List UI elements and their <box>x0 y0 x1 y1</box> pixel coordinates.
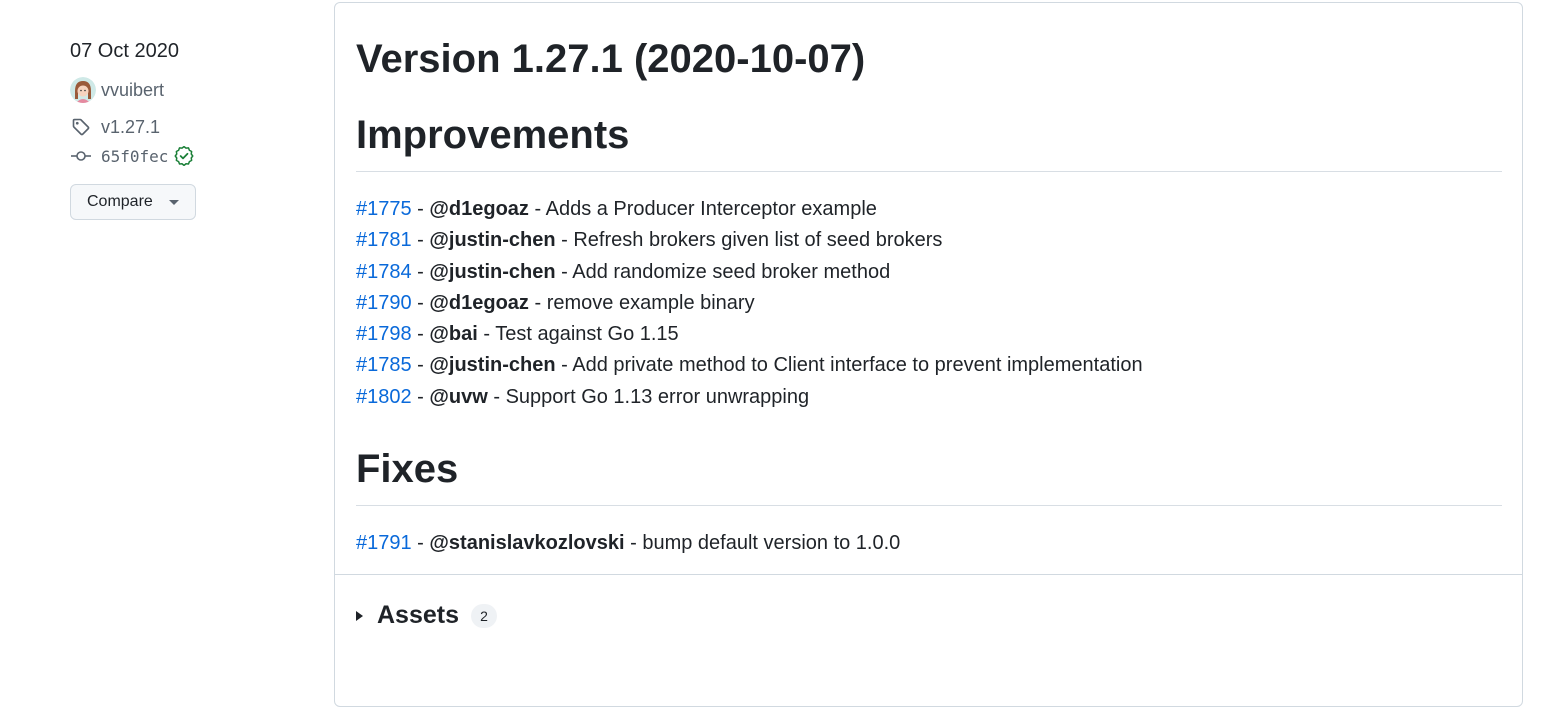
improvements-heading: Improvements <box>356 109 1502 172</box>
user-mention[interactable]: @stanislavkozlovski <box>429 532 624 554</box>
list-item: #1798 - @bai - Test against Go 1.15 <box>356 319 1502 350</box>
list-item: #1781 - @justin-chen - Refresh brokers g… <box>356 225 1502 256</box>
fixes-heading: Fixes <box>356 443 1502 507</box>
separator: - <box>411 291 430 314</box>
release-sidebar: 07 Oct 2020 vvuibert v1.27.1 65f0fec Com… <box>70 38 300 220</box>
user-mention[interactable]: @uvw <box>429 386 487 408</box>
verified-check-icon[interactable] <box>173 145 195 167</box>
pr-link[interactable]: #1775 <box>356 198 412 220</box>
release-title[interactable]: Version 1.27.1 (2020-10-07) <box>356 33 1502 85</box>
avatar[interactable] <box>70 77 96 103</box>
separator: - <box>555 354 573 377</box>
separator: - <box>528 291 547 314</box>
disclosure-triangle-icon <box>356 610 363 621</box>
list-item: #1790 - @d1egoaz - remove example binary <box>356 288 1502 319</box>
git-commit-icon <box>70 145 92 167</box>
user-mention[interactable]: @d1egoaz <box>429 198 529 220</box>
separator: - <box>624 532 643 555</box>
entry-description: Test against Go 1.15 <box>495 323 679 346</box>
author-name[interactable]: vvuibert <box>101 80 164 101</box>
user-mention[interactable]: @justin-chen <box>429 229 555 251</box>
pr-link[interactable]: #1791 <box>356 532 412 554</box>
separator: - <box>411 229 430 252</box>
separator: - <box>477 323 496 346</box>
separator: - <box>411 198 430 220</box>
list-item: #1785 - @justin-chen - Add private metho… <box>356 350 1502 381</box>
list-item: #1784 - @justin-chen - Add randomize see… <box>356 257 1502 288</box>
assets-section: Assets 2 <box>335 574 1522 675</box>
tag-icon <box>70 116 92 138</box>
release-date: 07 Oct 2020 <box>70 40 179 62</box>
assets-count-badge: 2 <box>471 603 497 628</box>
entry-description: bump default version to 1.0.0 <box>642 532 901 555</box>
separator: - <box>411 323 430 346</box>
separator: - <box>487 385 506 408</box>
release-card: Version 1.27.1 (2020-10-07) Improvements… <box>334 2 1523 707</box>
entry-description: Support Go 1.13 error unwrapping <box>505 385 810 408</box>
separator: - <box>411 532 430 555</box>
release-author[interactable]: vvuibert <box>70 76 300 104</box>
assets-label: Assets <box>377 601 459 629</box>
release-notes: Version 1.27.1 (2020-10-07) Improvements… <box>335 3 1522 574</box>
user-mention[interactable]: @d1egoaz <box>429 292 529 314</box>
user-mention[interactable]: @justin-chen <box>429 354 555 376</box>
improvements-list: #1775 - @d1egoaz - Adds a Producer Inter… <box>356 194 1502 413</box>
assets-toggle[interactable]: Assets 2 <box>356 601 497 630</box>
pr-link[interactable]: #1784 <box>356 261 412 283</box>
entry-description: remove example binary <box>546 291 755 314</box>
entry-description: Refresh brokers given list of seed broke… <box>573 229 943 252</box>
pr-link[interactable]: #1781 <box>356 229 412 251</box>
tag-label[interactable]: v1.27.1 <box>101 117 160 138</box>
user-mention[interactable]: @justin-chen <box>429 261 555 283</box>
entry-description: Add private method to Client interface t… <box>572 354 1143 377</box>
fixes-list: #1791 - @stanislavkozlovski - bump defau… <box>356 528 1502 559</box>
list-item: #1775 - @d1egoaz - Adds a Producer Inter… <box>356 194 1502 225</box>
release-tag[interactable]: v1.27.1 <box>70 114 300 140</box>
pr-link[interactable]: #1802 <box>356 386 412 408</box>
pr-link[interactable]: #1790 <box>356 292 412 314</box>
release-page: 07 Oct 2020 vvuibert v1.27.1 65f0fec Com… <box>0 0 1561 725</box>
pr-link[interactable]: #1798 <box>356 323 412 345</box>
commit-sha[interactable]: 65f0fec <box>101 147 168 166</box>
triangle-down-icon <box>168 199 179 205</box>
list-item: #1802 - @uvw - Support Go 1.13 error unw… <box>356 382 1502 413</box>
release-commit[interactable]: 65f0fec <box>70 143 300 169</box>
compare-button[interactable]: Compare <box>70 184 196 220</box>
list-item: #1791 - @stanislavkozlovski - bump defau… <box>356 528 1502 559</box>
user-mention[interactable]: @bai <box>429 323 477 345</box>
separator: - <box>555 229 574 252</box>
separator: - <box>555 260 573 283</box>
entry-description: Adds a Producer Interceptor example <box>545 198 877 220</box>
separator: - <box>411 385 430 408</box>
separator: - <box>411 354 430 377</box>
entry-description: Add randomize seed broker method <box>572 260 891 283</box>
compare-label: Compare <box>87 193 153 210</box>
separator: - <box>528 198 546 220</box>
separator: - <box>411 260 430 283</box>
pr-link[interactable]: #1785 <box>356 354 412 376</box>
